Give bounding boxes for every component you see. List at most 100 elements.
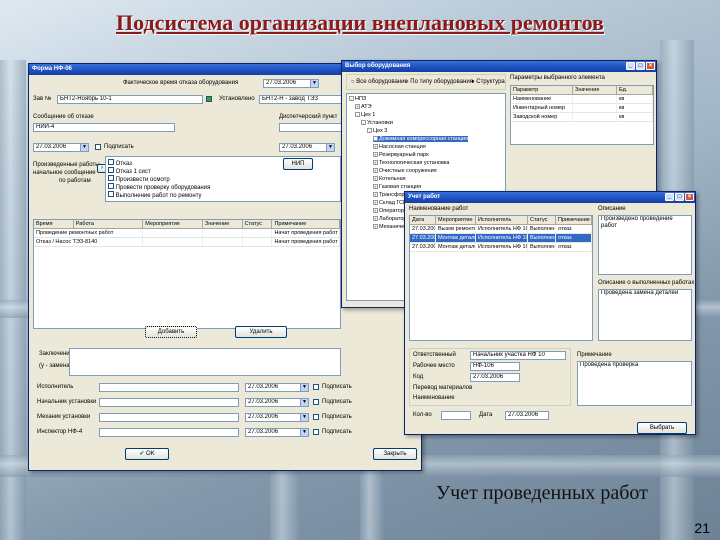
radio-all[interactable]: ○ Все оборудование bbox=[351, 79, 408, 85]
add-button[interactable]: Добавить bbox=[145, 326, 197, 338]
checkbox[interactable] bbox=[108, 175, 114, 181]
sign-checkbox[interactable] bbox=[95, 144, 101, 150]
radio-structure[interactable]: ● Структура bbox=[471, 79, 505, 85]
checkbox[interactable] bbox=[108, 159, 114, 165]
column-header[interactable]: Примечание bbox=[272, 220, 340, 228]
table-row[interactable]: Инвентарный номер кв bbox=[511, 104, 653, 113]
checkbox[interactable] bbox=[108, 191, 114, 197]
sign-checkbox[interactable] bbox=[313, 384, 319, 390]
column-header[interactable]: Мероприятие bbox=[436, 216, 476, 224]
message-date-field[interactable]: 27.03.2006 ▼ bbox=[33, 143, 89, 152]
signer-date-field[interactable]: 27.03.2006 ▼ bbox=[245, 398, 309, 407]
sign-checkbox[interactable] bbox=[313, 429, 319, 435]
tree-node[interactable]: + Газовая станция bbox=[373, 184, 421, 190]
lookup-icon[interactable] bbox=[206, 96, 212, 102]
dispatch-date-field[interactable]: 27.03.2006 ▼ bbox=[279, 143, 335, 152]
signer-field[interactable] bbox=[99, 413, 239, 422]
code-field[interactable]: 27.03.2006 bbox=[470, 373, 520, 382]
column-header[interactable]: Параметр bbox=[511, 86, 573, 94]
collapse-icon[interactable]: - bbox=[349, 96, 354, 102]
table-row[interactable]: Заводской номер кв bbox=[511, 113, 653, 122]
checkbox[interactable] bbox=[108, 167, 114, 173]
nip-button[interactable]: НИП bbox=[283, 158, 313, 170]
minimize-icon[interactable]: _ bbox=[665, 193, 674, 201]
list-item[interactable]: Отказ 1 сист bbox=[108, 167, 151, 175]
expand-icon[interactable]: + bbox=[373, 152, 378, 158]
close-button[interactable]: Закрыть bbox=[373, 448, 417, 460]
minimize-icon[interactable]: _ bbox=[626, 62, 635, 70]
tree-node[interactable]: + Очистные сооружения bbox=[373, 168, 437, 174]
failure-date-field[interactable]: 27.03.2006 ▼ bbox=[263, 79, 319, 88]
chevron-down-icon[interactable]: ▼ bbox=[300, 399, 308, 406]
tree-node[interactable]: + Котельная bbox=[373, 176, 406, 182]
signer-date-field[interactable]: 27.03.2006 ▼ bbox=[245, 428, 309, 437]
chevron-down-icon[interactable]: ▼ bbox=[300, 384, 308, 391]
expand-icon[interactable]: + bbox=[373, 136, 378, 142]
tree-node[interactable]: + Резервуарный парк bbox=[373, 152, 429, 158]
expand-icon[interactable]: + bbox=[373, 216, 378, 222]
delete-button[interactable]: Удалить bbox=[235, 326, 287, 338]
tree-node[interactable]: - Цех 1 bbox=[355, 112, 375, 118]
expand-icon[interactable]: + bbox=[355, 104, 360, 110]
table-row[interactable]: Отказ / Насос ТЭЗ-8140 Начат проведения … bbox=[34, 238, 340, 247]
column-header[interactable]: Примечание bbox=[556, 216, 592, 224]
description-field[interactable]: Произведено проведение работ bbox=[598, 215, 692, 275]
expand-icon[interactable]: + bbox=[373, 160, 378, 166]
table-row[interactable]: Наименование кв bbox=[511, 95, 653, 104]
chevron-down-icon[interactable]: ▼ bbox=[326, 144, 334, 151]
select-button[interactable]: Выбрать bbox=[637, 422, 687, 434]
expand-icon[interactable]: + bbox=[373, 176, 378, 182]
workplace-field[interactable]: НФ-106 bbox=[470, 362, 520, 371]
tree-node[interactable]: + Технологическая установка bbox=[373, 160, 449, 166]
expand-icon[interactable]: + bbox=[373, 200, 378, 206]
collapse-icon[interactable]: - bbox=[355, 112, 360, 118]
sign-checkbox[interactable] bbox=[313, 414, 319, 420]
ok-button[interactable]: ✔ OK bbox=[125, 448, 169, 460]
dispatch-field[interactable] bbox=[279, 123, 343, 132]
done-works-field[interactable]: Проведена замена деталей bbox=[598, 289, 692, 341]
tree-node[interactable]: - Установки bbox=[361, 120, 393, 126]
radio-type[interactable]: ○ По типу оборудования bbox=[405, 79, 473, 85]
expand-icon[interactable]: + bbox=[373, 224, 378, 230]
tree-node[interactable]: - Цех 3 bbox=[367, 128, 387, 134]
checkbox[interactable] bbox=[108, 183, 114, 189]
chevron-down-icon[interactable]: ▼ bbox=[300, 414, 308, 421]
responsible-field[interactable]: Начальник участка НФ 10 bbox=[470, 351, 566, 360]
column-header[interactable]: Исполнитель bbox=[476, 216, 528, 224]
table-row[interactable]: 27.03.2006 Монтаж деталей Исполнитель НФ… bbox=[410, 234, 592, 243]
tree-node[interactable]: + Склад ГСМ bbox=[373, 200, 408, 206]
table-row[interactable]: 27.03.2006 Монтаж деталей Исполнитель НФ… bbox=[410, 243, 592, 252]
note-field[interactable]: Проведена проверка bbox=[577, 361, 692, 406]
tree-node[interactable]: + Дожимная компрессорная станция bbox=[373, 136, 469, 142]
table-row[interactable]: 27.03.2006 Вызов ремонтной Исполнитель Н… bbox=[410, 225, 592, 234]
collapse-icon[interactable]: - bbox=[361, 120, 366, 126]
column-header[interactable]: Работа bbox=[74, 220, 144, 228]
date-field[interactable]: 27.03.2006 bbox=[505, 411, 549, 420]
table-row[interactable]: Проведение ремонтных работ Начат проведе… bbox=[34, 229, 340, 238]
expand-icon[interactable]: + bbox=[373, 144, 378, 150]
maximize-icon[interactable]: □ bbox=[636, 62, 645, 70]
column-header[interactable]: Значение bbox=[203, 220, 243, 228]
collapse-icon[interactable]: - bbox=[367, 128, 372, 134]
list-item[interactable]: Выполнение работ по ремонту bbox=[108, 191, 202, 199]
signer-field[interactable] bbox=[99, 428, 239, 437]
failure-message-field[interactable]: НИИ-4 bbox=[33, 123, 175, 132]
column-header[interactable]: Мероприятие bbox=[143, 220, 203, 228]
chevron-down-icon[interactable]: ▼ bbox=[310, 80, 318, 87]
maximize-icon[interactable]: □ bbox=[675, 193, 684, 201]
close-icon[interactable]: × bbox=[685, 193, 694, 201]
chevron-down-icon[interactable]: ▼ bbox=[300, 429, 308, 436]
column-header[interactable]: Значение bbox=[573, 86, 617, 94]
signer-date-field[interactable]: 27.03.2006 ▼ bbox=[245, 413, 309, 422]
column-header[interactable]: Ед. bbox=[617, 86, 653, 94]
tree-node[interactable]: + Насосная станция bbox=[373, 144, 426, 150]
quantity-field[interactable] bbox=[441, 411, 471, 420]
expand-icon[interactable]: + bbox=[373, 184, 378, 190]
list-item[interactable]: Отказ bbox=[108, 159, 132, 167]
tree-node[interactable]: + АТЭ bbox=[355, 104, 372, 110]
chevron-down-icon[interactable]: ▼ bbox=[80, 144, 88, 151]
sign-checkbox[interactable] bbox=[313, 399, 319, 405]
column-header[interactable]: Время bbox=[34, 220, 74, 228]
expand-icon[interactable]: + bbox=[373, 208, 378, 214]
signer-field[interactable] bbox=[99, 398, 239, 407]
